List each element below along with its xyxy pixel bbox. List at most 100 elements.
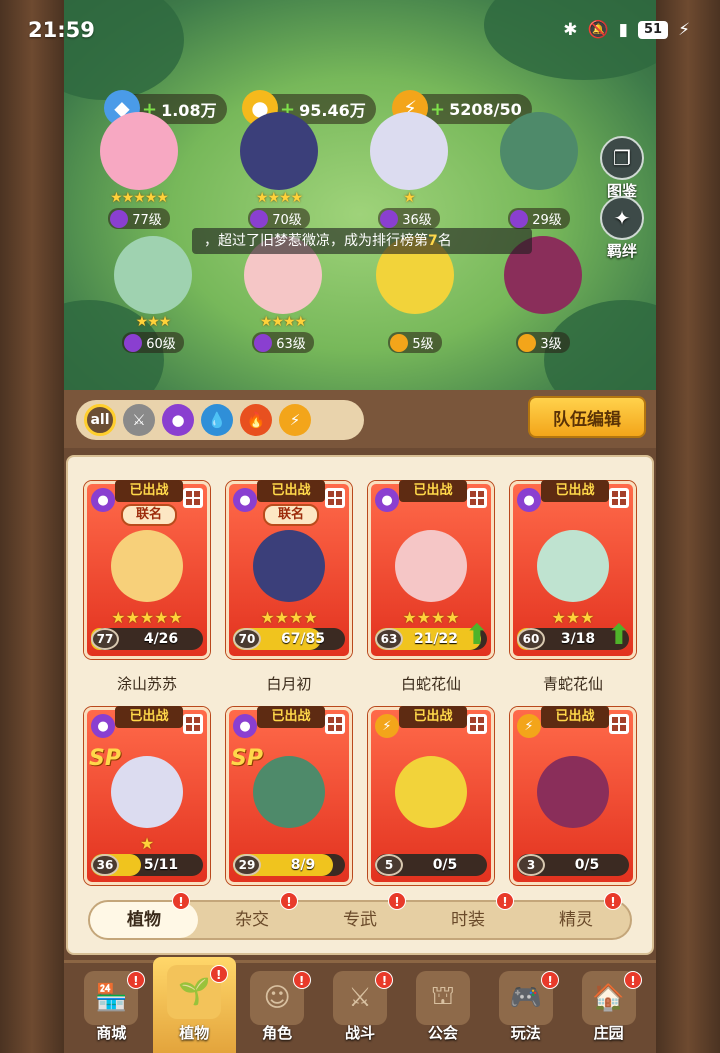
unit-stars: ★★★ (135, 314, 172, 330)
fragment-progress-bar: 3 0/5 (517, 854, 629, 876)
unit-level-badge: 63级 (252, 332, 314, 353)
grid-icon[interactable] (467, 488, 487, 508)
card-stars: ★ (139, 834, 155, 853)
tab-0[interactable]: 植物! (90, 892, 198, 938)
field-unit[interactable]: ★★★★ 70级 (224, 112, 334, 232)
lightning-icon[interactable]: ⚡ (279, 404, 311, 436)
tab-label: 杂交 (235, 910, 269, 930)
nav-guild[interactable]: ⛫ 公会 (401, 963, 484, 1053)
alert-badge-icon: ! (375, 971, 394, 989)
tab-1[interactable]: 杂交! (198, 892, 306, 938)
deployed-tag: 已出战 (541, 480, 609, 502)
nav-label: 战斗 (345, 1024, 376, 1042)
nav-plants[interactable]: 🌱 植物! (152, 957, 236, 1053)
field-unit[interactable]: 29级 (484, 112, 594, 232)
water-icon[interactable]: 💧 (201, 404, 233, 436)
unit-level: 63级 (276, 337, 306, 352)
tab-2[interactable]: 专武! (306, 892, 414, 938)
blade-icon[interactable]: ⚔ (123, 404, 155, 436)
fragment-progress-bar: 29 8/9 (233, 854, 345, 876)
plant-card[interactable]: 已出战 ⚡ 5 0/5 (368, 706, 494, 885)
field-unit[interactable]: ★★★★★ 77级 (84, 112, 194, 232)
grid-icon[interactable] (467, 714, 487, 734)
unit-level: 5级 (412, 337, 434, 352)
plant-card[interactable]: 已出战 ● SP ★ 36 5/11 (84, 706, 210, 885)
unit-sprite (500, 112, 578, 190)
grid-icon[interactable] (183, 488, 203, 508)
plant-card[interactable]: 已出战 ● 联名 ★★★★★ 77 4/26 (84, 480, 210, 659)
nav-shop[interactable]: 🏪 商城! (70, 963, 153, 1053)
tab-4[interactable]: 精灵! (522, 892, 630, 938)
all-icon[interactable]: all (84, 404, 116, 436)
card-level: 29 (233, 854, 261, 876)
sp-badge: SP (231, 746, 263, 771)
team-edit-button[interactable]: 队伍编辑 (528, 396, 646, 438)
guild-icon: ⛫ (415, 971, 470, 1025)
grid-icon[interactable] (609, 488, 629, 508)
collab-badge: 联名 (263, 504, 319, 526)
plant-card[interactable]: 已出战 ● ★★★★ 63 21/22 ⬆ (368, 480, 494, 659)
fragment-count: 3/18 (560, 631, 596, 647)
upgrade-arrow-icon[interactable]: ⬆ (465, 620, 489, 650)
tab-3[interactable]: 时装! (414, 892, 522, 938)
element-orb-icon (518, 333, 537, 352)
poison-icon[interactable]: ● (162, 404, 194, 436)
deployed-tag: 已出战 (257, 480, 325, 502)
grid-icon[interactable] (325, 714, 345, 734)
card-level: 70 (233, 628, 261, 650)
unit-sprite (114, 236, 192, 314)
element-orb-icon (110, 209, 129, 228)
fragment-count: 4/26 (143, 631, 179, 647)
unit-level: 60级 (146, 337, 176, 352)
alert-badge-icon: ! (624, 971, 643, 989)
tab-label: 时装 (451, 910, 485, 930)
card-level: 3 (517, 854, 545, 876)
card-name: 青蛇花仙 (542, 675, 603, 693)
nav-battle[interactable]: ⚔ 战斗! (319, 963, 402, 1053)
alert-badge-icon: ! (388, 892, 406, 910)
plant-card[interactable]: 已出战 ⚡ 3 0/5 (510, 706, 636, 885)
nav-gameplay[interactable]: 🎮 玩法! (484, 963, 567, 1053)
character-portrait (395, 530, 467, 602)
grid-icon[interactable] (325, 488, 345, 508)
upgrade-arrow-icon[interactable]: ⬆ (607, 620, 631, 650)
nav-label: 商城 (96, 1024, 127, 1042)
plant-card[interactable]: 已出战 ● ★★★ 60 3/18 ⬆ (510, 480, 636, 659)
grid-icon[interactable] (609, 714, 629, 734)
mute-icon: 🔕 (587, 20, 609, 40)
element-orb-icon (250, 209, 269, 228)
element-orb-icon (510, 209, 529, 228)
deployed-tag: 已出战 (115, 706, 183, 728)
element-orb-icon (254, 333, 273, 352)
field-unit[interactable]: ★★★ 60级 (98, 236, 208, 356)
plant-card[interactable]: 已出战 ● 联名 ★★★★ 70 67/85 (226, 480, 352, 659)
tab-label: 专武 (343, 910, 377, 930)
fragment-progress-bar: 36 5/11 (91, 854, 203, 876)
rank-broadcast: ，超过了旧梦惹微凉，成为排行榜第7名 (192, 228, 532, 254)
grid-icon[interactable] (183, 714, 203, 734)
character-portrait (537, 530, 609, 602)
unit-stars (360, 314, 470, 330)
character-portrait (253, 530, 325, 602)
alert-badge-icon: ! (541, 971, 560, 989)
unit-level-badge: 29级 (508, 208, 570, 229)
field-unit[interactable]: ★ 36级 (354, 112, 464, 232)
nav-label: 庄园 (593, 1024, 624, 1042)
card-stars: ★★★★★ (111, 608, 183, 627)
unit-stars (488, 314, 598, 330)
fragment-progress-bar: 5 0/5 (375, 854, 487, 876)
card-level: 60 (517, 628, 545, 650)
plant-card[interactable]: 已出战 ● SP 29 8/9 (226, 706, 352, 885)
nav-manor[interactable]: 🏠 庄园! (567, 963, 650, 1053)
codex-button[interactable]: ❐ 图鉴 (596, 136, 648, 201)
card-level: 77 (91, 628, 119, 650)
status-bar: 21:59 ✱ 🔕 ▮ 51 ⚡ (0, 0, 720, 64)
tab-label: 植物 (127, 910, 161, 930)
nav-character[interactable]: ☺ 角色! (236, 963, 319, 1053)
bond-button[interactable]: ✦ 羁绊 (596, 196, 648, 261)
fire-icon[interactable]: 🔥 (240, 404, 272, 436)
character-portrait (395, 756, 467, 828)
element-icon: ● (375, 488, 399, 512)
fragment-progress-bar: 70 67/85 (233, 628, 345, 650)
frame-right (656, 0, 720, 1053)
